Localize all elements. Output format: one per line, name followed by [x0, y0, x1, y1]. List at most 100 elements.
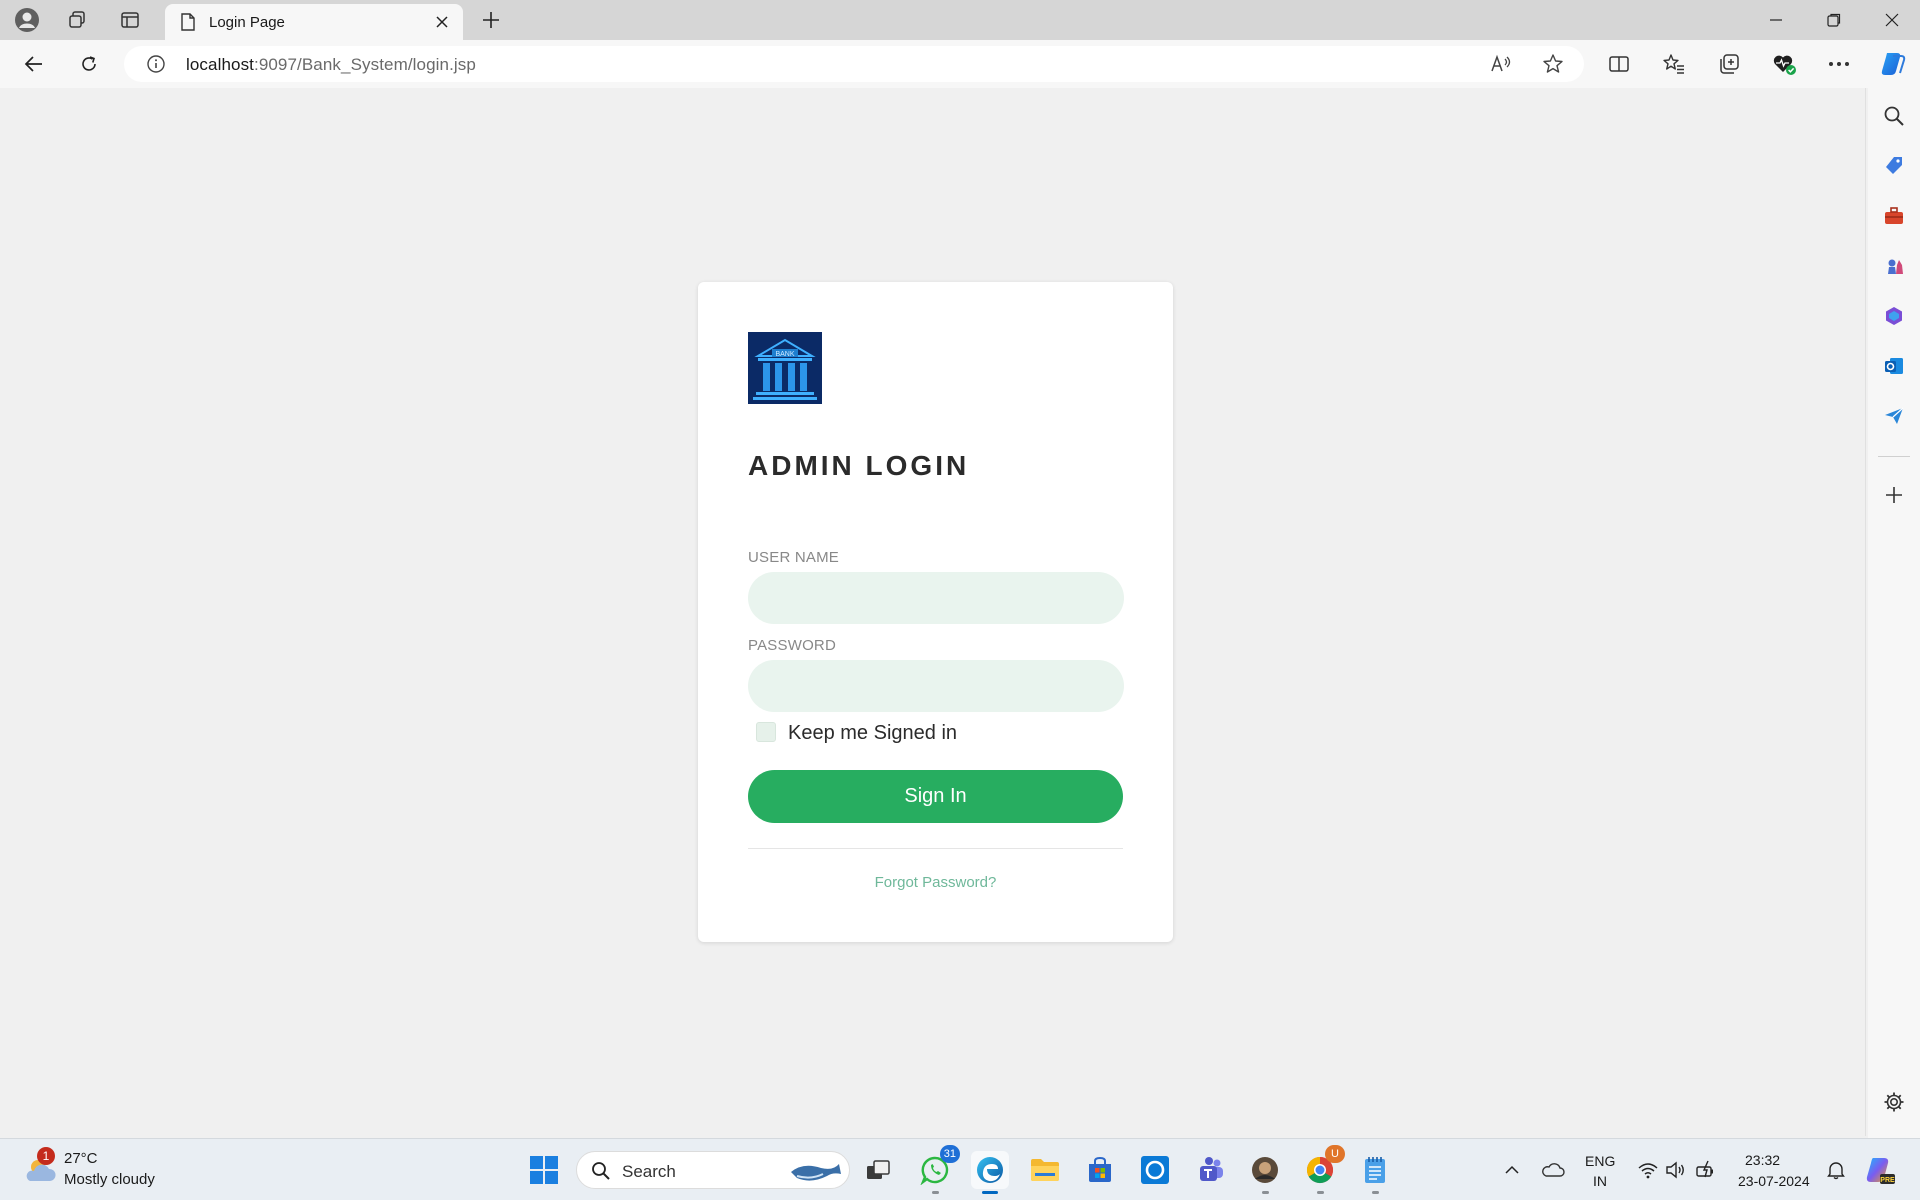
speaker-icon — [1666, 1161, 1684, 1179]
collections-button[interactable] — [1712, 48, 1746, 80]
taskbar-cortana-app[interactable] — [1136, 1151, 1174, 1189]
sidebar-send[interactable] — [1880, 402, 1908, 430]
new-tab-button[interactable] — [476, 5, 506, 35]
restore-button[interactable] — [1806, 0, 1862, 40]
favorite-star-icon[interactable] — [1542, 53, 1564, 75]
chevron-up-icon — [1505, 1165, 1519, 1174]
toolbox-icon — [1885, 207, 1903, 224]
close-icon — [436, 16, 448, 28]
copilot-taskbar-button[interactable]: PRE — [1864, 1153, 1896, 1187]
weather-temperature: 27°C — [64, 1150, 98, 1167]
notepad-icon — [1365, 1157, 1385, 1183]
running-indicator — [1262, 1191, 1269, 1194]
search-icon — [1884, 106, 1904, 126]
plus-icon — [1886, 487, 1902, 503]
whatsapp-unread-badge: 31 — [939, 1145, 960, 1163]
login-card: BANK ADMIN LOGIN USER NAME PASSWORD Keep… — [698, 282, 1173, 942]
sidebar-m365[interactable] — [1880, 302, 1908, 330]
taskbar-store[interactable] — [1081, 1151, 1119, 1189]
sidebar-search[interactable] — [1880, 102, 1908, 130]
language-region: IN — [1593, 1173, 1607, 1189]
taskbar-file-explorer[interactable] — [1026, 1151, 1064, 1189]
sidebar-games[interactable] — [1880, 252, 1908, 280]
tab-login-page[interactable]: Login Page — [165, 4, 463, 40]
tab-close-button[interactable] — [431, 11, 453, 33]
vertical-tabs-button[interactable] — [115, 5, 145, 35]
bank-logo-text: BANK — [775, 351, 794, 358]
split-screen-button[interactable] — [1602, 48, 1636, 80]
url-text[interactable]: localhost:9097/Bank_System/login.jsp — [186, 55, 476, 75]
page-viewport: BANK ADMIN LOGIN USER NAME PASSWORD Keep… — [4, 88, 1866, 1136]
taskbar-teams[interactable] — [1191, 1151, 1229, 1189]
close-icon — [1885, 13, 1899, 27]
sidebar-settings[interactable] — [1880, 1088, 1908, 1116]
task-view-button[interactable] — [859, 1151, 897, 1189]
site-info-icon[interactable] — [146, 54, 166, 74]
browser-essentials-button[interactable] — [1767, 48, 1801, 80]
profile-button[interactable] — [12, 5, 42, 35]
password-input[interactable] — [748, 660, 1124, 712]
task-view-icon — [867, 1160, 890, 1179]
tab-actions-icon — [121, 12, 139, 28]
chess-icon — [1888, 259, 1903, 274]
sign-in-button[interactable]: Sign In — [748, 770, 1123, 823]
cloud-icon — [1542, 1163, 1565, 1177]
windows-taskbar: 1 27°C Mostly cloudy Search 31 U ENG IN … — [0, 1138, 1920, 1200]
active-indicator — [982, 1191, 998, 1194]
taskbar-chrome[interactable]: U — [1301, 1145, 1345, 1194]
taskbar-whatsapp[interactable]: 31 — [916, 1145, 960, 1194]
profile-icon — [15, 8, 39, 32]
running-indicator — [932, 1191, 939, 1194]
minimize-button[interactable] — [1748, 0, 1804, 40]
battery-button[interactable] — [1695, 1157, 1717, 1183]
chrome-profile-badge: U — [1325, 1145, 1345, 1163]
bank-logo: BANK — [748, 332, 822, 404]
start-button[interactable] — [525, 1151, 563, 1189]
send-paper-plane-icon — [1885, 407, 1904, 424]
page-icon — [181, 13, 195, 31]
favorites-button[interactable] — [1657, 48, 1691, 80]
clock-time: 23:32 — [1745, 1152, 1781, 1168]
workspaces-button[interactable] — [62, 5, 92, 35]
password-label: PASSWORD — [748, 637, 836, 654]
copilot-button[interactable] — [1876, 48, 1910, 80]
taskbar-app-avatar[interactable] — [1246, 1151, 1284, 1194]
sidebar-tools[interactable] — [1880, 202, 1908, 230]
onedrive-button[interactable] — [1540, 1157, 1566, 1183]
close-window-button[interactable] — [1864, 0, 1920, 40]
sidebar-outlook[interactable] — [1880, 352, 1908, 380]
forgot-password-link[interactable]: Forgot Password? — [698, 874, 1173, 891]
taskbar-notepad[interactable] — [1356, 1151, 1394, 1194]
collections-icon — [1720, 54, 1739, 74]
refresh-button[interactable] — [72, 48, 106, 80]
back-button[interactable] — [17, 48, 51, 80]
notification-bell-icon — [1827, 1162, 1845, 1180]
keep-signed-in-checkbox[interactable] — [756, 722, 776, 742]
settings-more-button[interactable] — [1822, 48, 1856, 80]
windows-logo-icon — [530, 1156, 558, 1184]
weather-condition: Mostly cloudy — [64, 1171, 155, 1188]
app-avatar-icon — [1252, 1157, 1278, 1183]
volume-button[interactable] — [1665, 1157, 1687, 1183]
sidebar-shopping[interactable] — [1880, 152, 1908, 180]
keep-signed-in-label[interactable]: Keep me Signed in — [788, 722, 957, 745]
username-input[interactable] — [748, 572, 1124, 624]
show-hidden-icons-button[interactable] — [1502, 1157, 1522, 1183]
notifications-button[interactable] — [1825, 1157, 1847, 1183]
address-bar[interactable]: localhost:9097/Bank_System/login.jsp — [124, 46, 1584, 82]
language-code: ENG — [1585, 1153, 1616, 1169]
taskbar-search[interactable]: Search — [576, 1151, 850, 1189]
heart-health-icon — [1773, 55, 1796, 75]
wifi-button[interactable] — [1637, 1157, 1659, 1183]
running-indicator — [1372, 1191, 1379, 1194]
microsoft-store-icon — [1089, 1156, 1111, 1182]
url-host: localhost — [186, 55, 254, 74]
battery-charging-icon — [1696, 1160, 1713, 1178]
taskbar-edge[interactable] — [971, 1151, 1009, 1194]
sidebar-add[interactable] — [1880, 481, 1908, 509]
username-label: USER NAME — [748, 549, 839, 566]
browser-toolbar: localhost:9097/Bank_System/login.jsp — [0, 40, 1920, 88]
svg-text:PRE: PRE — [1880, 1177, 1895, 1184]
copilot-icon — [1881, 53, 1906, 75]
read-aloud-icon[interactable] — [1490, 53, 1514, 75]
